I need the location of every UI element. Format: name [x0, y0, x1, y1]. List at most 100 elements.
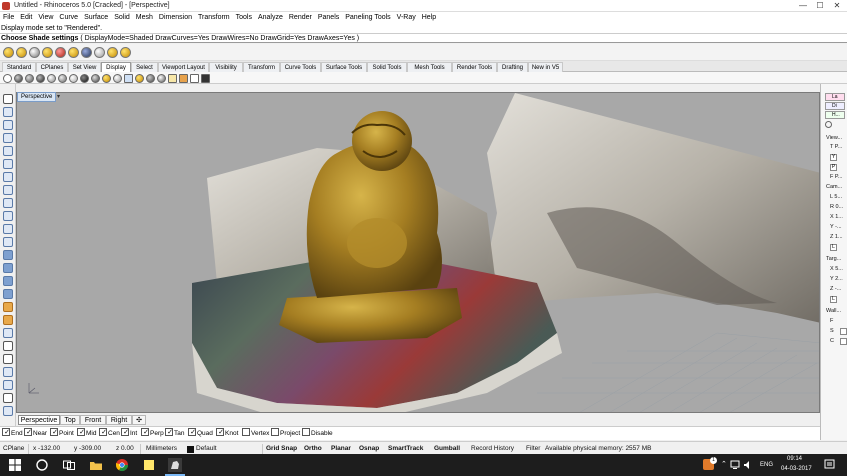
tab-select[interactable]: Select — [131, 62, 158, 72]
mirror-icon[interactable] — [3, 341, 13, 351]
record-history-toggle[interactable]: Record History — [471, 444, 514, 454]
tray-chevron-icon[interactable]: ⌃ — [721, 460, 727, 468]
clock-date[interactable]: 04-03-2017 — [781, 466, 812, 472]
view-y-box[interactable]: Y — [830, 154, 837, 161]
panel-settings-icon[interactable] — [825, 121, 832, 128]
osnap-cen[interactable]: Cen — [99, 428, 120, 439]
tab-display[interactable]: Display — [101, 62, 131, 72]
osnap-knot-checkbox[interactable] — [216, 428, 225, 437]
ghosted-sphere-icon[interactable] — [29, 47, 40, 58]
task-view-icon[interactable] — [62, 458, 76, 472]
ortho-toggle[interactable]: Ortho — [304, 444, 322, 454]
smarttrack-toggle[interactable]: SmartTrack — [388, 444, 423, 454]
network-icon[interactable] — [730, 460, 740, 470]
shaded-mode-icon[interactable] — [14, 74, 23, 83]
osnap-tan-checkbox[interactable] — [165, 428, 174, 437]
circle-icon[interactable] — [3, 146, 13, 156]
osnap-toggle[interactable]: Osnap — [359, 444, 379, 454]
grid-icon[interactable] — [179, 74, 188, 83]
menu-tools[interactable]: Tools — [233, 12, 255, 24]
planar-toggle[interactable]: Planar — [331, 444, 351, 454]
move-icon[interactable] — [3, 315, 13, 325]
offset-curve-icon[interactable] — [3, 224, 13, 234]
ghosted-mode-icon[interactable] — [36, 74, 45, 83]
scale-icon[interactable] — [3, 354, 13, 364]
osnap-near[interactable]: Near — [24, 428, 47, 439]
osnap-knot[interactable]: Knot — [216, 428, 238, 439]
polyline-icon[interactable] — [3, 120, 13, 130]
array-icon[interactable] — [3, 380, 13, 390]
osnap-mid[interactable]: Mid — [77, 428, 96, 439]
environment-map-icon[interactable] — [135, 74, 144, 83]
add-viewport-tab-icon[interactable]: ✣ — [132, 415, 146, 425]
file-explorer-icon[interactable] — [89, 458, 103, 472]
technical-sphere-icon[interactable] — [55, 47, 66, 58]
osnap-int[interactable]: Int — [121, 428, 137, 439]
volume-icon[interactable] — [743, 460, 753, 470]
panel-tab-layers[interactable]: La — [825, 93, 845, 101]
osnap-project[interactable]: Project — [271, 428, 300, 439]
osnap-int-checkbox[interactable] — [121, 428, 130, 437]
pen-mode-icon[interactable] — [80, 74, 89, 83]
layer-color-swatch[interactable] — [187, 446, 194, 453]
pen-sphere-icon[interactable] — [81, 47, 92, 58]
text-object-icon[interactable] — [168, 74, 177, 83]
view-p-box[interactable]: P — [830, 164, 837, 171]
tab-render-tools[interactable]: Render Tools — [452, 62, 497, 72]
status-layer[interactable]: Default — [196, 444, 217, 454]
boolean-icon[interactable] — [3, 302, 13, 312]
print-display-icon[interactable] — [201, 74, 210, 83]
menu-paneling-tools[interactable]: Paneling Tools — [342, 12, 393, 24]
command-line[interactable]: Choose Shade settings ( DisplayMode=Shad… — [0, 33, 847, 43]
close-button[interactable]: ✕ — [829, 0, 845, 12]
point-icon[interactable] — [3, 107, 13, 117]
surface-icon[interactable] — [3, 237, 13, 247]
artistic-mode-icon[interactable] — [69, 74, 78, 83]
rendered-mode-icon[interactable] — [25, 74, 34, 83]
text-tool-icon[interactable] — [3, 406, 13, 416]
menu-analyze[interactable]: Analyze — [255, 12, 286, 24]
tab-drafting[interactable]: Drafting — [497, 62, 528, 72]
viewport-tab-right[interactable]: Right — [106, 415, 132, 425]
menu-transform[interactable]: Transform — [195, 12, 233, 24]
box-icon[interactable] — [3, 250, 13, 260]
wallpaper-show-checkbox[interactable] — [840, 328, 847, 335]
shaded-sphere-icon[interactable] — [16, 47, 27, 58]
rhino-taskbar-icon[interactable] — [168, 458, 182, 472]
menu-help[interactable]: Help — [419, 12, 439, 24]
viewport-title-tab[interactable]: Perspective — [17, 92, 57, 102]
rendered-sphere-icon[interactable] — [3, 47, 14, 58]
draft-angle-icon[interactable] — [157, 74, 166, 83]
monochrome-sphere-icon[interactable] — [94, 47, 105, 58]
target-location-button[interactable]: L — [830, 296, 837, 303]
curvature-icon[interactable] — [146, 74, 155, 83]
osnap-cen-checkbox[interactable] — [99, 428, 108, 437]
shadow-icon[interactable] — [113, 74, 122, 83]
menu-dimension[interactable]: Dimension — [156, 12, 195, 24]
panel-tab-display[interactable]: Di — [825, 102, 845, 110]
cylinder-icon[interactable] — [3, 276, 13, 286]
osnap-project-checkbox[interactable] — [271, 428, 279, 437]
light-icon[interactable] — [102, 74, 111, 83]
camera-location-button[interactable]: L — [830, 244, 837, 251]
xray-mode-icon[interactable] — [47, 74, 56, 83]
osnap-disable-checkbox[interactable] — [302, 428, 310, 437]
command-options[interactable]: ( DisplayMode=Shaded DrawCurves=Yes Draw… — [80, 35, 359, 42]
osnap-quad[interactable]: Quad — [188, 428, 213, 439]
fillet-curve-icon[interactable] — [3, 211, 13, 221]
menu-mesh[interactable]: Mesh — [133, 12, 156, 24]
rectangle-icon[interactable] — [3, 185, 13, 195]
zebra-icon[interactable] — [124, 74, 133, 83]
menu-file[interactable]: File — [0, 12, 17, 24]
grid-snap-toggle[interactable]: Grid Snap — [266, 444, 297, 454]
sticky-notes-icon[interactable] — [142, 458, 156, 472]
xray-sphere-icon[interactable] — [42, 47, 53, 58]
chrome-icon[interactable] — [115, 458, 129, 472]
menu-view[interactable]: View — [35, 12, 56, 24]
polygon-icon[interactable] — [3, 198, 13, 208]
osnap-end-checkbox[interactable] — [2, 428, 11, 437]
osnap-perp[interactable]: Perp — [141, 428, 164, 439]
minimize-button[interactable]: — — [795, 0, 811, 12]
curve-icon[interactable] — [3, 133, 13, 143]
tab-viewport-layout[interactable]: Viewport Layout — [158, 62, 209, 72]
